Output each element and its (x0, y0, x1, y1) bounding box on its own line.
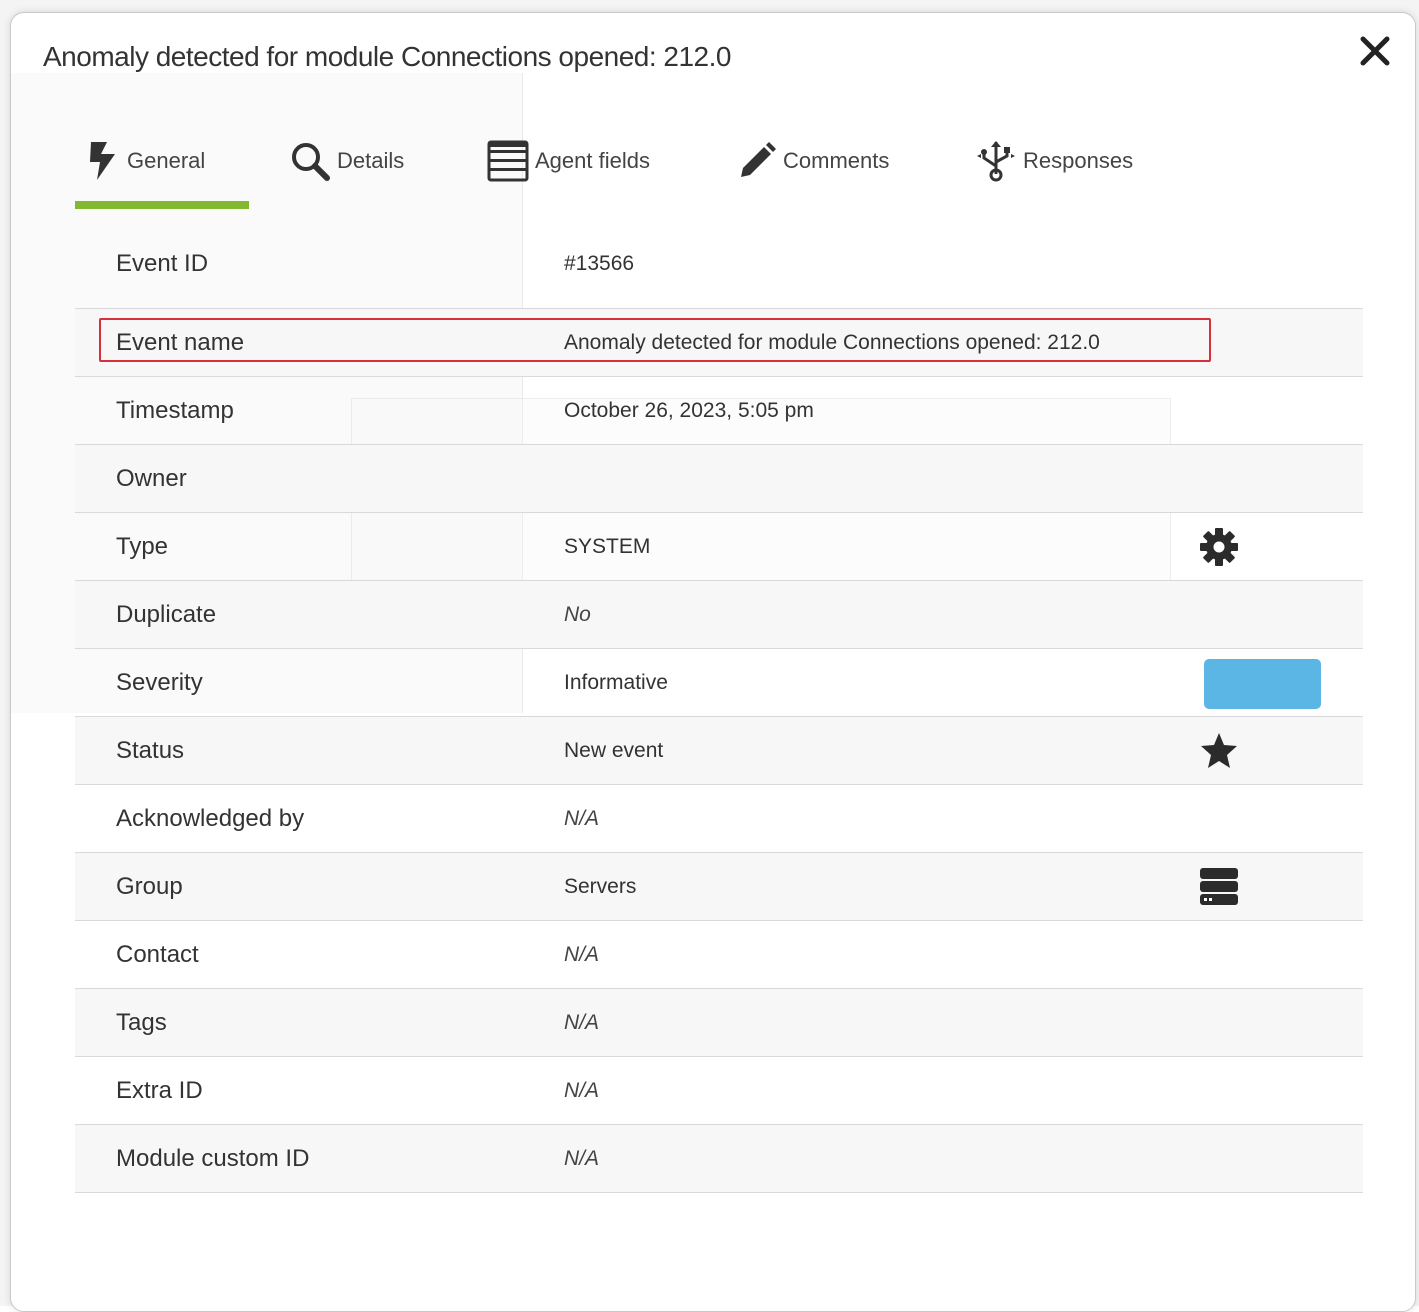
tab-general-label: General (127, 148, 206, 173)
row-label: Type (116, 533, 169, 560)
row-value: Servers (564, 875, 637, 898)
event-detail-dialog: Anomaly detected for module Connections … (10, 12, 1416, 1312)
row-value: N/A (564, 1079, 600, 1102)
row-value: New event (564, 739, 664, 762)
row-label: Extra ID (116, 1077, 203, 1104)
close-icon (1360, 36, 1390, 66)
tab-general[interactable]: General (87, 133, 205, 189)
row-label: Event name (116, 329, 245, 356)
active-tab-indicator (75, 201, 249, 209)
row-label: Group (116, 873, 183, 900)
event-detail-table: Event ID #13566 Event name Anomaly detec… (75, 231, 1363, 1193)
table-row: Event ID #13566 (75, 231, 1363, 309)
tab-comments[interactable]: Comments (737, 133, 889, 189)
row-value: #13566 (564, 252, 635, 275)
star-icon (1201, 733, 1237, 768)
close-button[interactable] (1357, 33, 1393, 69)
table-row: Module custom ID N/A (75, 1125, 1363, 1193)
pencil-icon (741, 142, 776, 177)
row-label: Acknowledged by (116, 805, 305, 832)
row-label: Contact (116, 941, 199, 968)
table-row: Type SYSTEM (75, 513, 1363, 581)
table-row: Group Servers (75, 853, 1363, 921)
table-row: Duplicate No (75, 581, 1363, 649)
row-value: Informative (564, 671, 668, 694)
list-icon (487, 140, 529, 182)
server-icon (1200, 868, 1238, 905)
row-value: No (564, 603, 591, 626)
table-row: Acknowledged by N/A (75, 785, 1363, 853)
gear-icon (1200, 528, 1238, 566)
row-label: Timestamp (116, 397, 234, 424)
table-row: Owner (75, 445, 1363, 513)
tab-responses-label: Responses (1023, 148, 1134, 173)
magnifier-icon (292, 143, 330, 181)
table-row: Status New event (75, 717, 1363, 785)
row-value: SYSTEM (564, 535, 651, 558)
row-value: N/A (564, 807, 600, 830)
row-label: Status (116, 737, 185, 764)
dialog-title: Anomaly detected for module Connections … (43, 41, 731, 72)
row-value: N/A (564, 943, 600, 966)
row-value: October 26, 2023, 5:05 pm (564, 399, 814, 422)
row-label: Tags (116, 1009, 167, 1036)
row-label: Duplicate (116, 601, 217, 628)
row-label: Module custom ID (116, 1145, 310, 1172)
severity-color-swatch (1204, 659, 1321, 709)
lightning-icon (90, 142, 115, 180)
row-value: N/A (564, 1011, 600, 1034)
table-row: Tags N/A (75, 989, 1363, 1057)
tab-details-label: Details (337, 148, 405, 173)
table-row: Extra ID N/A (75, 1057, 1363, 1125)
tab-agent-fields-label: Agent fields (535, 148, 650, 173)
tab-responses[interactable]: Responses (975, 133, 1133, 189)
row-value: Anomaly detected for module Connections … (564, 331, 1100, 354)
usb-icon (977, 141, 1015, 182)
row-label: Event ID (116, 250, 209, 277)
tab-details[interactable]: Details (289, 133, 404, 189)
table-row: Severity Informative (75, 649, 1363, 717)
row-value: N/A (564, 1147, 600, 1170)
row-label: Severity (116, 669, 203, 696)
table-row: Timestamp October 26, 2023, 5:05 pm (75, 377, 1363, 445)
table-row: Event name Anomaly detected for module C… (75, 309, 1363, 377)
tab-comments-label: Comments (783, 148, 890, 173)
row-label: Owner (116, 465, 187, 492)
tab-bar: General Details Agent fields Comments Re… (75, 123, 1275, 213)
table-row: Contact N/A (75, 921, 1363, 989)
tab-agent-fields[interactable]: Agent fields (487, 133, 650, 189)
